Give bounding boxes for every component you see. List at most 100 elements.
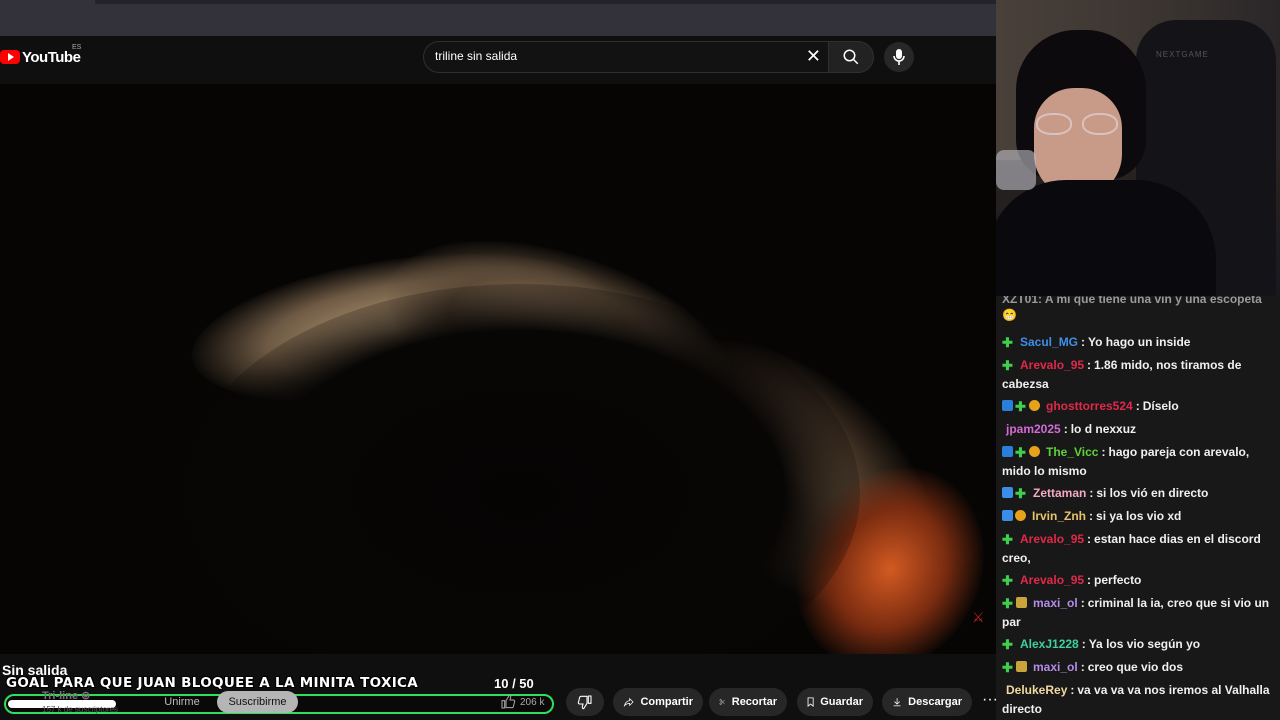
country-code: ES (72, 44, 82, 51)
channel-name[interactable]: Tri-line ⊚ (42, 689, 90, 702)
webcam-streamer-body (996, 180, 1216, 296)
chat-emoji: 😁 (1002, 308, 1017, 322)
chat-message-text: si los vió en directo (1096, 486, 1209, 500)
chat-badge-arrow-icon (1002, 487, 1013, 498)
video-player[interactable]: ⚔ (0, 84, 996, 654)
chat-message: ✚ Arevalo_95: perfecto (1002, 571, 1272, 590)
video-watermark-icon: ⚔ (972, 609, 985, 625)
chat-message-text: Díselo (1142, 399, 1179, 413)
youtube-header: YouTube ES triline sin salida ✕ (0, 36, 996, 84)
youtube-play-icon (0, 50, 20, 64)
thumbs-down-icon (577, 695, 592, 710)
subscribe-button[interactable]: Suscribirme (217, 691, 298, 713)
search-icon (843, 49, 859, 65)
chat-separator: : (1080, 596, 1085, 610)
like-count: 206 k (520, 696, 545, 708)
chat-badge-gold-icon (1029, 446, 1040, 457)
download-label: Descargar (908, 696, 962, 708)
chat-username[interactable]: Arevalo_95 (1020, 358, 1084, 372)
chat-username[interactable]: Zettaman (1033, 486, 1086, 500)
join-button[interactable]: Unirme (150, 692, 214, 712)
chat-message: ✚ ghosttorres524: Díselo (1002, 397, 1272, 416)
chat-separator: : (1080, 660, 1085, 674)
dislike-button[interactable] (566, 688, 604, 716)
chat-separator: : (1089, 509, 1094, 523)
stream-chat: XZT01: A mi que tiene una vin y una esco… (996, 296, 1280, 720)
chat-message: ✚ Zettaman: si los vió en directo (1002, 484, 1272, 503)
chat-separator: : (1087, 532, 1092, 546)
chat-badge-plus-icon: ✚ (1015, 445, 1026, 460)
webcam-streamer-glasses (1034, 113, 1122, 137)
chat-username[interactable]: The_Vicc (1046, 445, 1098, 459)
youtube-logo-text: YouTube (22, 48, 81, 66)
chat-badge-arrow-icon (1002, 510, 1013, 521)
chat-cut-message-text: XZT01: A mi que tiene una vin y una esco… (1002, 296, 1262, 306)
chat-username[interactable]: maxi_ol (1033, 596, 1078, 610)
chat-badge-gold-icon (1029, 400, 1040, 411)
streamer-webcam: NEXTGAME (996, 0, 1280, 296)
chat-badge-plus-icon: ✚ (1002, 358, 1013, 373)
chat-username[interactable]: AlexJ1228 (1020, 637, 1079, 651)
chat-message: jpam2025: lo d nexxuz (1002, 420, 1272, 439)
chat-badge-plus-icon: ✚ (1002, 596, 1013, 611)
chat-message-text: Ya los vio según yo (1088, 637, 1201, 651)
chat-separator: : (1087, 358, 1092, 372)
browser-top-strip (0, 0, 996, 36)
bookmark-icon (807, 697, 814, 707)
chat-badge-plus-icon: ✚ (1015, 399, 1026, 414)
chat-badge-crown-icon (1016, 597, 1027, 608)
search-input[interactable]: triline sin salida ✕ (423, 41, 829, 73)
share-icon (623, 697, 634, 708)
save-button[interactable]: Guardar (797, 688, 873, 716)
chat-username[interactable]: maxi_ol (1033, 660, 1078, 674)
chat-message: DelukeRey: va va va va nos iremos al Valh… (1002, 681, 1272, 719)
download-button[interactable]: Descargar (882, 688, 972, 716)
chat-badge-plus-icon: ✚ (1002, 532, 1013, 547)
chat-username[interactable]: Arevalo_95 (1020, 573, 1084, 587)
goal-overlay-count: 10 / 50 (494, 676, 534, 691)
scissors-icon (719, 699, 725, 705)
chat-message: ✚ The_Vicc: hago pareja con arevalo, mido … (1002, 443, 1272, 481)
share-button[interactable]: Compartir (613, 688, 703, 716)
search-input-value: triline sin salida (435, 49, 518, 63)
chat-badge-plus-icon: ✚ (1002, 637, 1013, 652)
chat-separator: : (1063, 422, 1068, 436)
chat-message-text: Yo hago un inside (1088, 335, 1191, 349)
youtube-logo[interactable]: YouTube ES (0, 44, 82, 68)
chat-separator: : (1081, 335, 1086, 349)
chat-badge-gold-icon (1015, 510, 1026, 521)
clear-search-icon[interactable]: ✕ (806, 46, 821, 67)
browser-tab-line (95, 0, 996, 4)
chat-username[interactable]: DelukeRey (1006, 683, 1067, 697)
microphone-icon (893, 49, 905, 65)
chat-message-text: si ya los vio xd (1096, 509, 1182, 523)
chat-separator: : (1081, 637, 1086, 651)
chat-username[interactable]: ghosttorres524 (1046, 399, 1133, 413)
chat-message-text: perfecto (1094, 573, 1142, 587)
chat-separator: : (1101, 445, 1106, 459)
thumbs-up-icon (501, 694, 516, 709)
chat-message-text: creo que vio dos (1087, 660, 1184, 674)
chat-message: Irvin_Znh: si ya los vio xd (1002, 507, 1272, 526)
chat-separator: : (1087, 573, 1092, 587)
chat-badge-plus-icon: ✚ (1015, 486, 1026, 501)
search-button[interactable] (828, 41, 874, 73)
chat-username[interactable]: Sacul_MG (1020, 335, 1078, 349)
clip-button[interactable]: Recortar (709, 688, 787, 716)
webcam-microphone (996, 150, 1036, 190)
chair-logo-text: NEXTGAME (1156, 50, 1209, 59)
chat-badge-crown-icon (1016, 661, 1027, 672)
like-button[interactable]: 206 k (500, 692, 556, 712)
chat-message: ✚ AlexJ1228: Ya los vio según yo (1002, 635, 1272, 654)
chat-separator: : (1089, 486, 1094, 500)
chat-message: ✚ Arevalo_95: estan hace dias en el discor… (1002, 530, 1272, 568)
clip-label: Recortar (731, 696, 777, 708)
chat-cut-message: XZT01: A mi que tiene una vin y una esco… (1002, 296, 1262, 306)
chat-separator: : (1135, 399, 1140, 413)
chat-username[interactable]: Arevalo_95 (1020, 532, 1084, 546)
chat-separator: : (1070, 683, 1075, 697)
chat-badge-cube-icon (1002, 400, 1013, 411)
voice-search-button[interactable] (884, 42, 914, 72)
chat-username[interactable]: jpam2025 (1006, 422, 1061, 436)
chat-username[interactable]: Irvin_Znh (1032, 509, 1086, 523)
